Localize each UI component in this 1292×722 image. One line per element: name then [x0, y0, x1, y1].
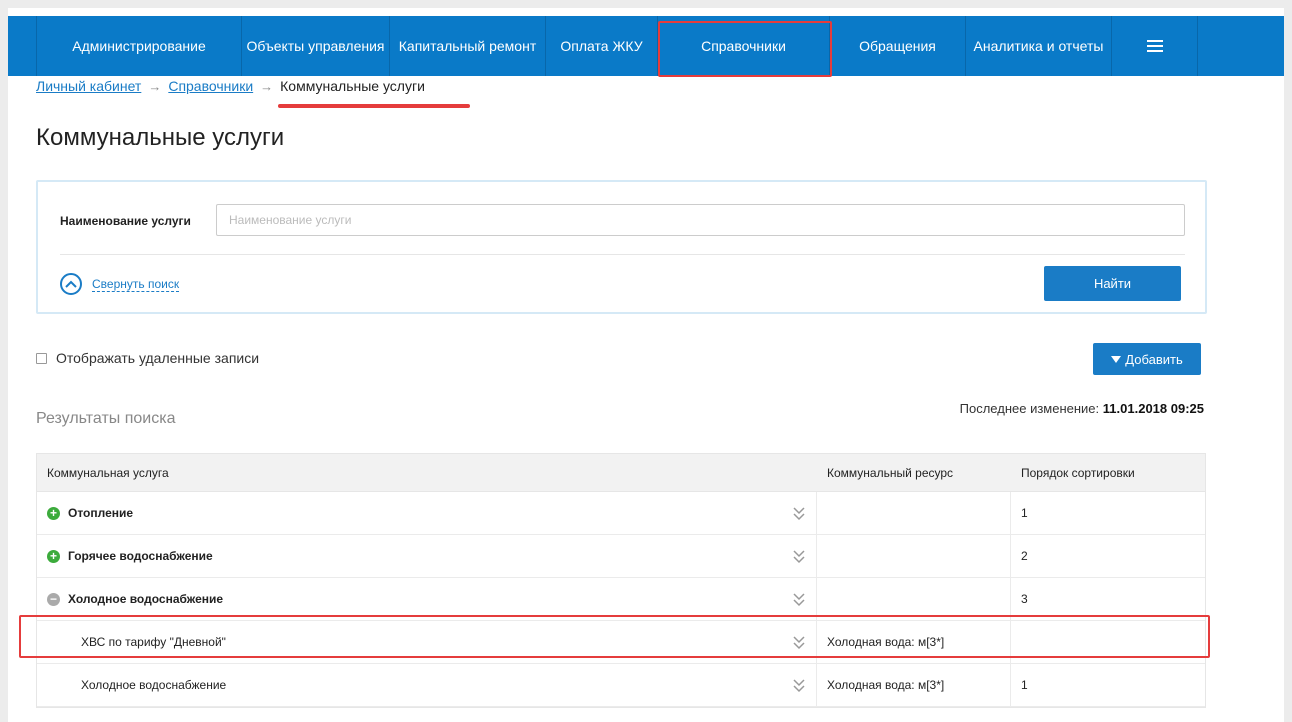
order-cell: 2 — [1021, 549, 1028, 563]
collapse-search-label: Свернуть поиск — [92, 276, 180, 292]
breadcrumb-separator: → — [148, 78, 162, 94]
breadcrumb: Личный кабинет → Справочники → Коммуналь… — [36, 78, 425, 94]
divider — [60, 254, 1185, 255]
expand-icon[interactable]: + — [47, 549, 60, 563]
service-cell: + Отопление — [37, 492, 817, 534]
double-chevron-down-icon[interactable] — [792, 677, 806, 693]
resource-cell: Холодная вода: м[3*] — [817, 621, 1011, 663]
last-change-label: Последнее изменение: — [959, 401, 1100, 416]
nav-label: Справочники — [701, 38, 786, 54]
show-deleted-toggle[interactable]: Отображать удаленные записи — [36, 350, 259, 366]
nav-label: Обращения — [859, 38, 936, 54]
resource-cell — [817, 578, 1011, 620]
last-change: Последнее изменение: 11.01.2018 09:25 — [960, 401, 1204, 416]
table-row[interactable]: ХВС по тарифу "Дневной" Холодная вода: м… — [37, 621, 1205, 664]
order-cell: 1 — [1021, 506, 1028, 520]
nav-item-menu[interactable] — [1112, 16, 1198, 76]
nav-item-capital-repair[interactable]: Капитальный ремонт — [390, 16, 546, 76]
double-chevron-down-icon[interactable] — [792, 505, 806, 521]
service-name: ХВС по тарифу "Дневной" — [81, 635, 226, 649]
service-cell: ХВС по тарифу "Дневной" — [37, 621, 817, 663]
top-navigation: Администрирование Объекты управления Кап… — [8, 16, 1284, 77]
nav-label: Оплата ЖКУ — [560, 38, 643, 54]
page: Администрирование Объекты управления Кап… — [8, 8, 1284, 722]
nav-item-payment[interactable]: Оплата ЖКУ — [546, 16, 658, 76]
resource-cell — [817, 535, 1011, 577]
breadcrumb-current: Коммунальные услуги — [280, 78, 425, 94]
page-title: Коммунальные услуги — [36, 124, 285, 151]
resource-cell — [817, 492, 1011, 534]
breadcrumb-link-cabinet[interactable]: Личный кабинет — [36, 78, 141, 94]
find-button[interactable]: Найти — [1044, 266, 1181, 301]
nav-item-references[interactable]: Справочники — [658, 16, 832, 77]
annotation-underline — [278, 104, 470, 108]
resource-cell: Холодная вода: м[3*] — [817, 664, 1011, 706]
search-label: Наименование услуги — [60, 214, 191, 228]
collapse-icon[interactable]: − — [47, 592, 60, 606]
nav-label: Объекты управления — [246, 38, 385, 54]
service-name: Отопление — [68, 506, 134, 520]
breadcrumb-link-references[interactable]: Справочники — [168, 78, 253, 94]
nav-label: Администрирование — [72, 38, 206, 54]
table-row[interactable]: + Отопление 1 — [37, 492, 1205, 535]
column-header-service[interactable]: Коммунальная услуга — [37, 454, 817, 491]
service-cell: Холодное водоснабжение — [37, 664, 817, 706]
show-deleted-checkbox[interactable] — [36, 352, 47, 364]
expand-icon[interactable]: + — [47, 506, 60, 520]
column-header-resource[interactable]: Коммунальный ресурс — [817, 454, 1011, 491]
nav-item-objects[interactable]: Объекты управления — [242, 16, 390, 76]
hamburger-icon — [1146, 40, 1163, 52]
table-row[interactable]: Холодное водоснабжение Холодная вода: м[… — [37, 664, 1205, 707]
table-header: Коммунальная услуга Коммунальный ресурс … — [37, 454, 1205, 492]
breadcrumb-separator: → — [260, 78, 274, 94]
service-cell: + Горячее водоснабжение — [37, 535, 817, 577]
nav-label: Капитальный ремонт — [398, 38, 537, 54]
nav-item-analytics[interactable]: Аналитика и отчеты — [966, 16, 1112, 76]
nav-label: Аналитика и отчеты — [973, 38, 1104, 54]
service-name-input[interactable] — [216, 204, 1185, 236]
search-panel: Наименование услуги Свернуть поиск Найти — [36, 180, 1207, 314]
collapse-search-button[interactable]: Свернуть поиск — [60, 273, 180, 295]
double-chevron-down-icon[interactable] — [792, 548, 806, 564]
double-chevron-down-icon[interactable] — [792, 634, 806, 650]
order-cell: 1 — [1021, 678, 1028, 692]
nav-item-administration[interactable]: Администрирование — [36, 16, 242, 76]
chevron-up-icon — [60, 273, 82, 295]
table-row[interactable]: + Горячее водоснабжение 2 — [37, 535, 1205, 578]
nav-item-appeals[interactable]: Обращения — [830, 16, 966, 76]
double-chevron-down-icon[interactable] — [792, 591, 806, 607]
last-change-value: 11.01.2018 09:25 — [1102, 401, 1204, 416]
service-name: Горячее водоснабжение — [68, 549, 213, 563]
add-button-label: Добавить — [1125, 351, 1183, 367]
caret-down-icon — [1111, 355, 1122, 363]
show-deleted-label: Отображать удаленные записи — [56, 350, 260, 366]
column-header-order[interactable]: Порядок сортировки — [1011, 454, 1205, 491]
service-cell: − Холодное водоснабжение — [37, 578, 817, 620]
order-cell: 3 — [1021, 592, 1028, 606]
table-row[interactable]: − Холодное водоснабжение 3 — [37, 578, 1205, 621]
service-name: Холодное водоснабжение — [81, 678, 227, 692]
results-title: Результаты поиска — [36, 410, 176, 427]
service-name: Холодное водоснабжение — [68, 592, 224, 606]
results-table: Коммунальная услуга Коммунальный ресурс … — [36, 453, 1206, 708]
add-button[interactable]: Добавить — [1093, 343, 1201, 375]
order-cell — [1011, 621, 1205, 663]
